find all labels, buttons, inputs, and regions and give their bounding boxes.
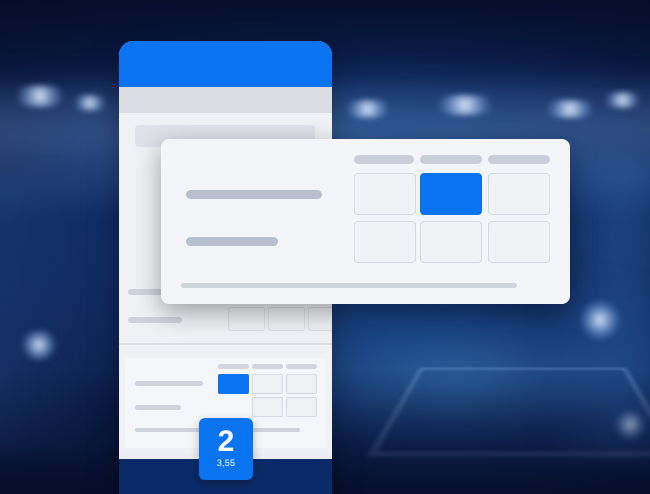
- stadium-light: [70, 95, 110, 111]
- phone-column-header: [252, 364, 283, 369]
- phone-odds-cell[interactable]: [268, 307, 305, 331]
- odds-cell[interactable]: [354, 173, 416, 215]
- phone-odds-cell[interactable]: [252, 397, 283, 417]
- stadium-background: 2 3,55: [0, 0, 650, 494]
- stadium-light: [10, 85, 70, 107]
- phone-sub-bar: [119, 87, 332, 113]
- phone-divider: [119, 343, 332, 345]
- column-header-2: [488, 155, 550, 164]
- odds-badge[interactable]: 2 3,55: [199, 418, 253, 480]
- pitch-marking: [369, 368, 650, 456]
- phone-odds-cell[interactable]: [286, 374, 317, 394]
- stadium-light: [20, 330, 58, 360]
- odds-cell[interactable]: [488, 221, 550, 263]
- odds-value: 3,55: [216, 458, 236, 468]
- phone-text-placeholder: [128, 317, 182, 323]
- odds-cell[interactable]: [354, 221, 416, 263]
- match-card: [161, 139, 570, 304]
- stadium-light: [540, 100, 600, 118]
- phone-odds-cell[interactable]: [286, 397, 317, 417]
- odds-selection: 2: [217, 425, 235, 458]
- stadium-light: [600, 92, 645, 108]
- odds-cell-selected[interactable]: [420, 173, 482, 215]
- card-footer-placeholder: [181, 283, 517, 288]
- phone-odds-cell[interactable]: [228, 307, 265, 331]
- phone-header-bar: [119, 41, 332, 87]
- away-team-placeholder: [186, 237, 278, 246]
- phone-team-placeholder: [135, 381, 203, 386]
- home-team-placeholder: [186, 190, 322, 199]
- column-header-x: [420, 155, 482, 164]
- column-header-1: [354, 155, 414, 164]
- odds-cell[interactable]: [420, 221, 482, 263]
- phone-odds-cell[interactable]: [308, 307, 332, 331]
- phone-odds-cell[interactable]: [252, 374, 283, 394]
- phone-team-placeholder: [135, 405, 181, 410]
- odds-cell[interactable]: [488, 173, 550, 215]
- stadium-light: [340, 100, 395, 118]
- phone-column-header: [286, 364, 317, 369]
- stadium-light: [430, 95, 500, 115]
- stadium-light: [580, 300, 620, 340]
- stadium-light: [615, 410, 645, 440]
- phone-column-header: [218, 364, 249, 369]
- phone-odds-cell-selected[interactable]: [218, 374, 249, 394]
